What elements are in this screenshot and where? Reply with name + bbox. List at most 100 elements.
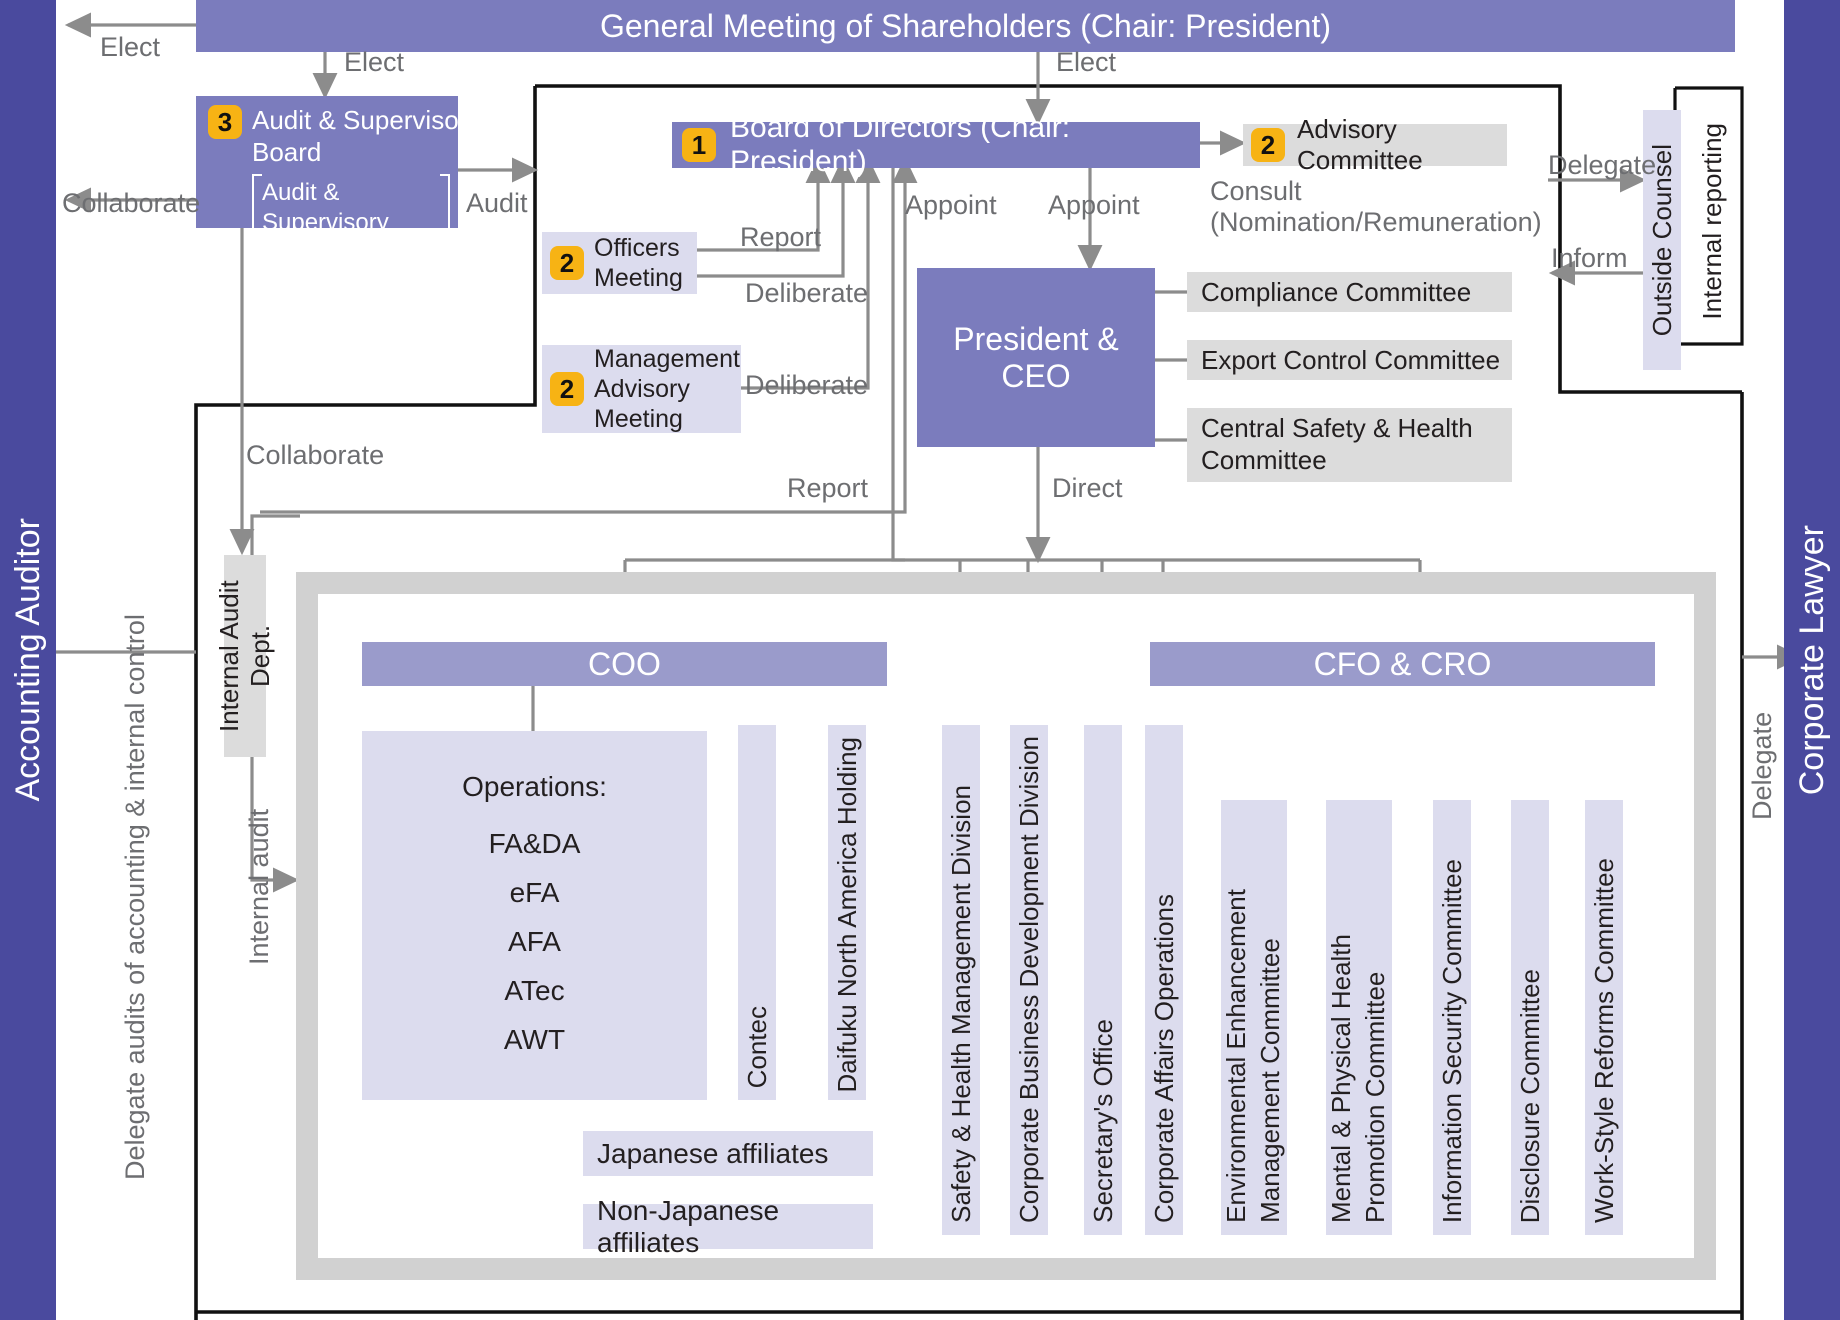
governance-diagram: Accounting Auditor Corporate Lawyer Gene…: [0, 0, 1840, 1320]
secretarys-office-box[interactable]: Secretary's Office: [1084, 725, 1122, 1235]
cfo-cro-box[interactable]: CFO & CRO: [1150, 642, 1655, 686]
daifuku-north-america-holding-box[interactable]: Daifuku North America Holding: [828, 725, 866, 1100]
elect-board-label: Elect: [1056, 47, 1117, 77]
corporate-business-development-division-box[interactable]: Corporate Business Development Division: [1010, 725, 1048, 1235]
appoint-1-label: Appoint: [905, 190, 997, 220]
division-label-3: Corporate Affairs Operations: [1148, 893, 1179, 1223]
management-advisory-meeting-box[interactable]: 2 Management Advisory Meeting: [542, 345, 741, 433]
compliance-committee-label: Compliance Committee: [1201, 276, 1472, 307]
deliberate-1-label: Deliberate: [745, 278, 869, 308]
advisory-badge: 2: [1251, 128, 1285, 162]
disclosure-committee-box[interactable]: Disclosure Committee: [1511, 800, 1549, 1235]
officers-line1: Officers: [594, 234, 680, 262]
internal-audit-dept-box[interactable]: Internal Audit Dept.: [214, 555, 275, 757]
report-top-label: Report: [740, 222, 822, 252]
accounting-auditor-panel: Accounting Auditor: [0, 0, 56, 1320]
central-safety-health-committee-label: Central Safety & Health Committee: [1201, 413, 1473, 475]
information-security-committee-box[interactable]: Information Security Committee: [1433, 800, 1471, 1235]
president-ceo-box[interactable]: President & CEO: [917, 268, 1155, 447]
accounting-auditor-label: Accounting Auditor: [8, 518, 47, 802]
consult-line1: Consult: [1210, 176, 1302, 206]
corporate-lawyer-label: Corporate Lawyer: [1792, 524, 1831, 796]
audit-label: Audit: [466, 188, 528, 218]
mental-physical-health-promotion-committee-box[interactable]: Mental & Physical Health Promotion Commi…: [1326, 800, 1392, 1235]
elect-asb-label: Elect: [344, 47, 405, 77]
board-badge: 1: [682, 128, 716, 162]
board-of-directors-label: Board of Directors (Chair: President): [730, 111, 1071, 178]
japanese-affiliates-box[interactable]: Japanese affiliates: [583, 1131, 873, 1176]
internal-audit-label: Internal audit: [244, 808, 274, 965]
delegate-audits-label: Delegate audits of accounting & internal…: [120, 614, 150, 1180]
committee-label-0: Environmental Enhancement Management Com…: [1221, 889, 1285, 1223]
mam-line2: Advisory: [594, 375, 690, 403]
cfo-cro-label: CFO & CRO: [1313, 645, 1492, 682]
environmental-enhancement-management-committee-box[interactable]: Environmental Enhancement Management Com…: [1221, 800, 1287, 1235]
officers-line2: Meeting: [594, 264, 683, 292]
export-control-committee-label: Export Control Committee: [1201, 344, 1501, 375]
mam-line3: Meeting: [594, 405, 683, 433]
asb-title: Audit & Supervisory Board: [252, 105, 481, 167]
asb-members-3: (full-time /outside): [262, 268, 355, 325]
deliberate-2-label: Deliberate: [745, 370, 869, 400]
non-japanese-affiliates-box[interactable]: Non-Japanese affiliates: [583, 1195, 873, 1258]
operation-item-1: eFA: [509, 877, 560, 908]
audit-supervisory-board-box[interactable]: 3 Audit & Supervisory Board Audit & Supe…: [196, 96, 480, 331]
bracket-left: [252, 174, 262, 331]
operation-item-3: ATec: [504, 975, 565, 1006]
internal-reporting-box: Internal reporting: [1686, 96, 1738, 346]
committee-label-1: Mental & Physical Health Promotion Commi…: [1326, 933, 1390, 1223]
daifuku-na-label: Daifuku North America Holding: [831, 737, 862, 1093]
bracket-right: [440, 174, 450, 331]
committee-label-4: Work-Style Reforms Committee: [1588, 857, 1619, 1223]
appoint-2-label: Appoint: [1048, 190, 1140, 220]
coo-label: COO: [588, 645, 661, 682]
inform-label: Inform: [1551, 243, 1628, 273]
committee-label-2: Information Security Committee: [1436, 858, 1467, 1223]
shareholders-meeting-label: General Meeting of Shareholders (Chair: …: [599, 7, 1332, 44]
operations-heading: Operations:: [462, 771, 607, 802]
mam-line1: Management: [594, 345, 740, 373]
asb-members-1: Audit & Supervisory: [262, 179, 389, 236]
shareholders-meeting-box[interactable]: General Meeting of Shareholders (Chair: …: [196, 0, 1735, 52]
advisory-committee-box[interactable]: 2 Advisory Committee: [1243, 114, 1507, 175]
non-japanese-affiliates-label: Non-Japanese affiliates: [597, 1194, 780, 1258]
collaborate-asb-label: Collaborate: [62, 188, 201, 218]
operation-item-4: AWT: [503, 1024, 566, 1055]
central-safety-health-committee-box[interactable]: Central Safety & Health Committee: [1187, 408, 1512, 482]
safety-health-management-division-box[interactable]: Safety & Health Management Division: [942, 725, 980, 1235]
officers-badge: 2: [550, 246, 584, 280]
report-bottom-label: Report: [787, 473, 869, 503]
direct-label: Direct: [1052, 473, 1123, 503]
asb-members-2: Board members: [262, 238, 433, 266]
operations-box[interactable]: Operations: FA&DA eFA AFA ATec AWT: [362, 731, 707, 1100]
japanese-affiliates-label: Japanese affiliates: [597, 1137, 829, 1169]
president-ceo-label: President & CEO: [953, 320, 1119, 394]
mam-badge: 2: [550, 372, 584, 406]
division-label-2: Secretary's Office: [1087, 1019, 1118, 1223]
officers-meeting-box[interactable]: 2 Officers Meeting: [542, 232, 697, 294]
contec-label: Contec: [741, 1005, 772, 1088]
work-style-reforms-committee-box[interactable]: Work-Style Reforms Committee: [1585, 800, 1623, 1235]
compliance-committee-box[interactable]: Compliance Committee: [1187, 272, 1512, 312]
elect-left-label: Elect: [100, 32, 161, 62]
committee-label-3: Disclosure Committee: [1514, 968, 1545, 1223]
operation-item-0: FA&DA: [488, 828, 581, 859]
operation-item-2: AFA: [508, 926, 561, 957]
division-label-0: Safety & Health Management Division: [945, 785, 976, 1223]
corporate-affairs-operations-box[interactable]: Corporate Affairs Operations: [1145, 725, 1183, 1235]
delegate-counsel-label: Delegate: [1548, 150, 1657, 180]
board-of-directors-box[interactable]: 1 Board of Directors (Chair: President): [672, 111, 1200, 178]
contec-box[interactable]: Contec: [738, 725, 776, 1100]
coo-box[interactable]: COO: [362, 642, 887, 686]
corporate-lawyer-panel: Corporate Lawyer: [1784, 0, 1840, 1320]
collaborate-iad-label: Collaborate: [246, 440, 385, 470]
advisory-committee-label: Advisory Committee: [1297, 114, 1423, 175]
outside-counsel-box[interactable]: Outside Counsel: [1643, 110, 1681, 370]
asb-badge: 3: [208, 105, 242, 139]
consult-line2: (Nomination/Remuneration): [1210, 207, 1542, 237]
internal-reporting-label: Internal reporting: [1696, 122, 1727, 320]
delegate-lawyer-label: Delegate: [1747, 711, 1777, 820]
export-control-committee-box[interactable]: Export Control Committee: [1187, 340, 1512, 380]
division-label-1: Corporate Business Development Division: [1013, 735, 1044, 1223]
internal-audit-dept-label: Internal Audit Dept.: [214, 580, 275, 732]
